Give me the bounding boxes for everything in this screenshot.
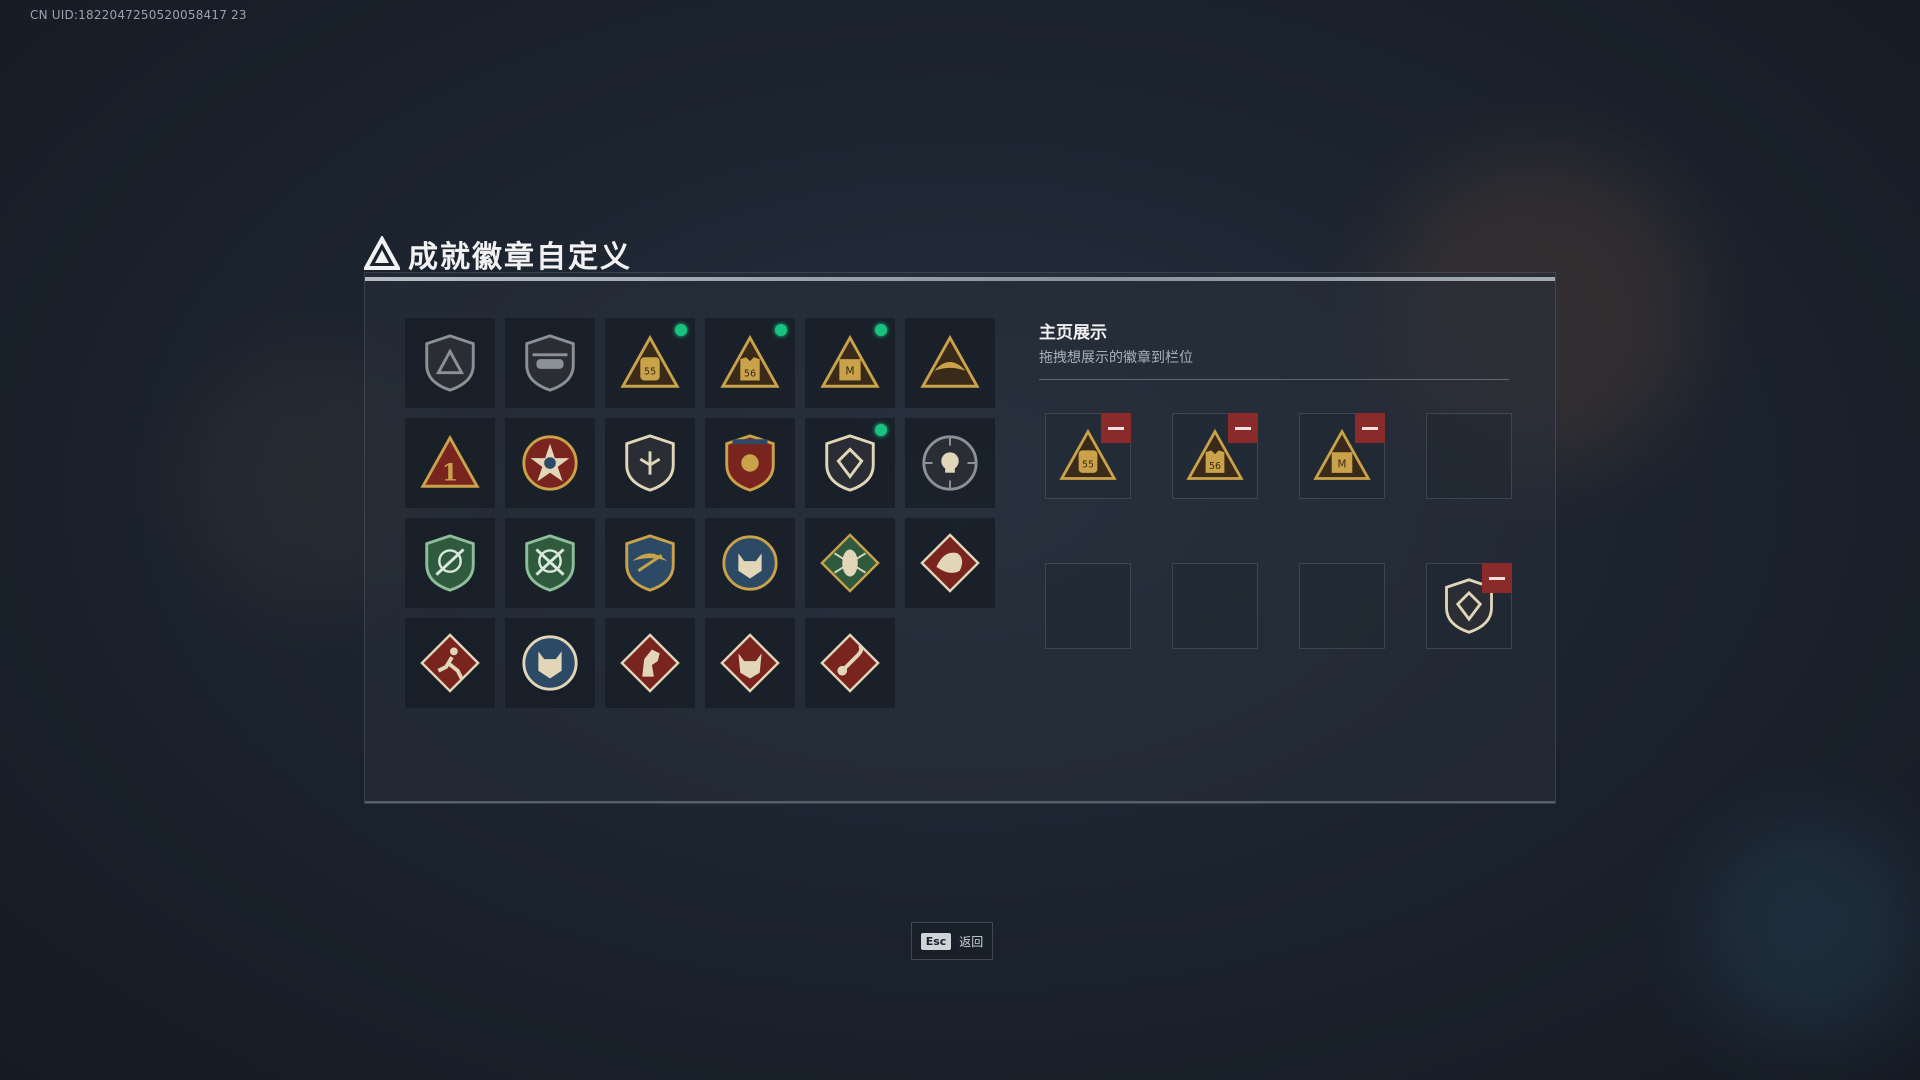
svg-text:56: 56 (1209, 461, 1221, 472)
showcase-slots: 55 56 M (1045, 413, 1512, 649)
badge-cell[interactable] (905, 518, 995, 608)
badge-cell[interactable] (505, 518, 595, 608)
badge-cell[interactable] (405, 318, 495, 408)
green-insect-diamond-icon (819, 532, 881, 594)
svg-text:M: M (845, 365, 854, 378)
showcase-slot-empty[interactable] (1426, 413, 1512, 499)
showcase-slot-filled[interactable]: 56 (1172, 413, 1258, 499)
badge-cell[interactable] (605, 418, 695, 508)
red-scorpion-diamond-icon (819, 632, 881, 694)
badge-cell[interactable] (505, 618, 595, 708)
badge-customize-panel: 55 56 M 1 主页展示 拖拽想展示的徽章到栏位 55 56 M (364, 272, 1556, 804)
showcase-slot-filled[interactable]: M (1299, 413, 1385, 499)
grey-shield-triangle-icon (419, 332, 481, 394)
green-crossed-rifles-shield-icon (519, 532, 581, 594)
badge-cell[interactable] (705, 418, 795, 508)
red-wolf-diamond-icon (719, 632, 781, 694)
red-dragon-diamond-icon (919, 532, 981, 594)
red-runner-diamond-icon (419, 632, 481, 694)
svg-text:55: 55 (1082, 459, 1094, 470)
badge-cell[interactable] (805, 518, 895, 608)
badge-grid: 55 56 M 1 (405, 318, 995, 708)
page-header: 成就徽章自定义 (364, 232, 632, 276)
delta-logo-icon (364, 236, 400, 270)
remove-badge-button[interactable] (1101, 413, 1131, 443)
background-glow (1700, 820, 1920, 1040)
page-title: 成就徽章自定义 (408, 240, 632, 275)
gold-m-case-triangle-icon: M (819, 332, 881, 394)
red-triangle-number-1-icon: 1 (419, 432, 481, 494)
svg-text:56: 56 (744, 369, 756, 380)
player-uid: CN UID:1822047250520058417 23 (30, 8, 247, 22)
blue-cat-circle-icon (519, 632, 581, 694)
panel-bottom-line (365, 801, 1555, 803)
badge-cell[interactable]: 1 (405, 418, 495, 508)
badge-cell[interactable]: 56 (705, 318, 795, 408)
badge-cell[interactable] (605, 618, 695, 708)
back-button[interactable]: Esc 返回 (911, 922, 993, 960)
showcase-slot-empty[interactable] (1045, 563, 1131, 649)
badge-cell[interactable] (405, 618, 495, 708)
showcase-slot-filled[interactable] (1426, 563, 1512, 649)
remove-badge-button[interactable] (1355, 413, 1385, 443)
badge-cell[interactable] (905, 418, 995, 508)
badge-cell[interactable] (505, 318, 595, 408)
remove-badge-button[interactable] (1228, 413, 1258, 443)
new-badge-dot (775, 324, 787, 336)
red-horse-diamond-icon (619, 632, 681, 694)
showcase-slot-empty[interactable] (1299, 563, 1385, 649)
esc-key-icon: Esc (920, 932, 952, 950)
badge-cell[interactable] (405, 518, 495, 608)
showcase-slot-filled[interactable]: 55 (1045, 413, 1131, 499)
remove-badge-button[interactable] (1482, 563, 1512, 593)
new-badge-dot (875, 324, 887, 336)
panel-top-bar (365, 277, 1555, 281)
homepage-showcase: 主页展示 拖拽想展示的徽章到栏位 55 56 M (1039, 318, 1512, 649)
badge-cell[interactable] (805, 418, 895, 508)
badge-cell[interactable] (605, 518, 695, 608)
back-label: 返回 (959, 934, 984, 949)
badge-cell[interactable]: 55 (605, 318, 695, 408)
svg-text:M: M (1338, 458, 1347, 470)
badge-cell[interactable] (705, 518, 795, 608)
showcase-divider (1039, 379, 1509, 380)
wolf-circle-icon (719, 532, 781, 594)
gem-shield-icon (819, 432, 881, 494)
grey-helicopter-shield-icon (519, 332, 581, 394)
showcase-title: 主页展示 (1039, 323, 1107, 343)
badge-cell[interactable] (505, 418, 595, 508)
new-badge-dot (875, 424, 887, 436)
badge-cell[interactable] (705, 618, 795, 708)
gold-backpack-55-triangle-icon: 55 (619, 332, 681, 394)
new-badge-dot (675, 324, 687, 336)
star-medal-icon (519, 432, 581, 494)
showcase-subtitle: 拖拽想展示的徽章到栏位 (1039, 350, 1193, 366)
gold-eagle-shield-icon (619, 532, 681, 594)
skull-crosshair-icon (919, 432, 981, 494)
badge-cell[interactable]: M (805, 318, 895, 408)
green-rifle-shield-icon (419, 532, 481, 594)
crest-stars-icon (719, 432, 781, 494)
svg-text:1: 1 (442, 459, 458, 486)
svg-text:55: 55 (644, 367, 656, 378)
shield-wings-icon (619, 432, 681, 494)
badge-cell[interactable] (905, 318, 995, 408)
gold-vest-56-triangle-icon: 56 (719, 332, 781, 394)
gold-phoenix-triangle-icon (919, 332, 981, 394)
badge-cell[interactable] (805, 618, 895, 708)
showcase-slot-empty[interactable] (1172, 563, 1258, 649)
